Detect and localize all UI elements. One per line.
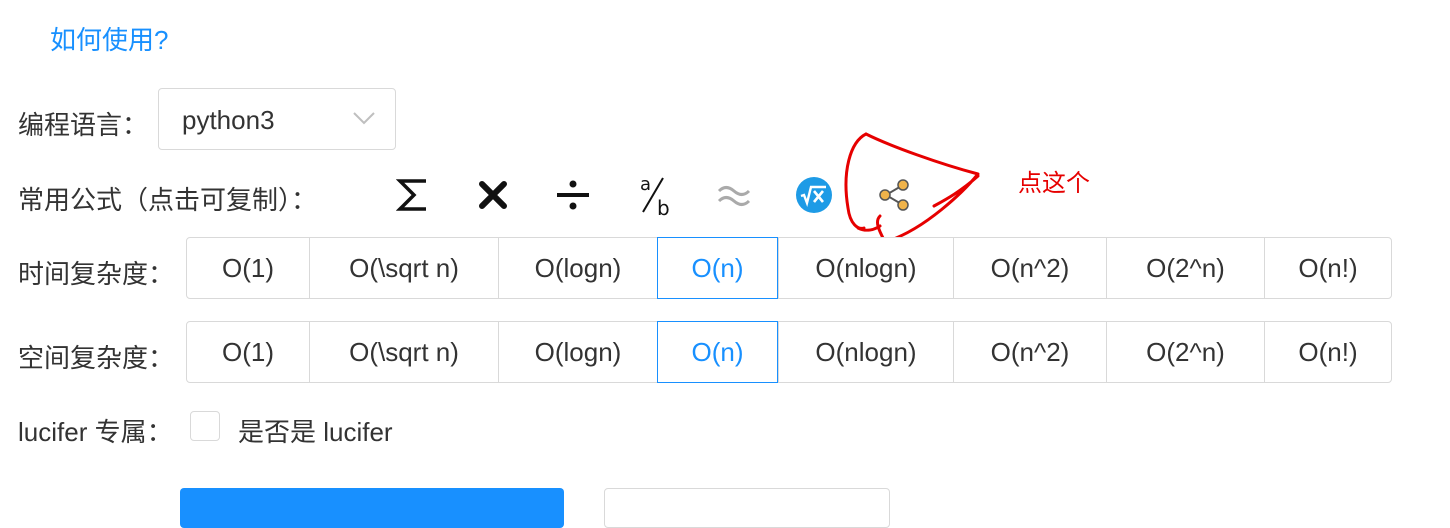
language-select-value: python3 <box>182 105 275 135</box>
time-option[interactable]: O(logn) <box>498 238 657 298</box>
svg-text:b: b <box>657 196 670 218</box>
time-option[interactable]: O(1) <box>187 238 309 298</box>
time-option[interactable]: O(n!) <box>1264 238 1391 298</box>
time-option[interactable]: O(n^2) <box>953 238 1106 298</box>
help-link[interactable]: 如何使用? <box>50 20 168 57</box>
formulas-label: 常用公式（点击可复制）： <box>18 185 318 215</box>
space-option[interactable]: O(n^2) <box>953 322 1106 382</box>
time-option-selected[interactable]: O(n) <box>657 237 778 299</box>
divide-icon[interactable] <box>550 172 596 218</box>
time-complexity-selector[interactable]: O(1) O(\sqrt n) O(logn) O(n) O(nlogn) O(… <box>186 237 1392 299</box>
svg-text:a: a <box>640 174 651 195</box>
multiply-icon[interactable] <box>470 172 516 218</box>
time-option[interactable]: O(nlogn) <box>778 238 953 298</box>
space-option-selected[interactable]: O(n) <box>657 321 778 383</box>
language-label: 编程语言： <box>18 110 149 140</box>
lucifer-checkbox-label[interactable]: 是否是 lucifer <box>238 412 393 449</box>
space-complexity-selector[interactable]: O(1) O(\sqrt n) O(logn) O(n) O(nlogn) O(… <box>186 321 1392 383</box>
time-option[interactable]: O(2^n) <box>1106 238 1264 298</box>
space-option[interactable]: O(\sqrt n) <box>309 322 498 382</box>
time-option[interactable]: O(\sqrt n) <box>309 238 498 298</box>
space-option[interactable]: O(nlogn) <box>778 322 953 382</box>
fraction-icon[interactable]: a b <box>630 172 676 218</box>
space-option[interactable]: O(logn) <box>498 322 657 382</box>
space-option[interactable]: O(1) <box>187 322 309 382</box>
approx-icon[interactable] <box>711 172 757 218</box>
space-option[interactable]: O(n!) <box>1264 322 1391 382</box>
time-complexity-label: 时间复杂度： <box>18 259 175 289</box>
sigma-icon[interactable] <box>390 172 436 218</box>
space-option[interactable]: O(2^n) <box>1106 322 1264 382</box>
secondary-button[interactable] <box>604 488 890 528</box>
lucifer-checkbox[interactable] <box>190 411 220 441</box>
language-select[interactable]: python3 <box>158 88 396 150</box>
annotation-text: 点这个 <box>1018 170 1090 197</box>
lucifer-label: lucifer 专属： <box>18 417 173 447</box>
space-complexity-label: 空间复杂度： <box>18 343 175 373</box>
primary-button[interactable] <box>180 488 564 528</box>
chevron-down-icon <box>353 111 375 130</box>
